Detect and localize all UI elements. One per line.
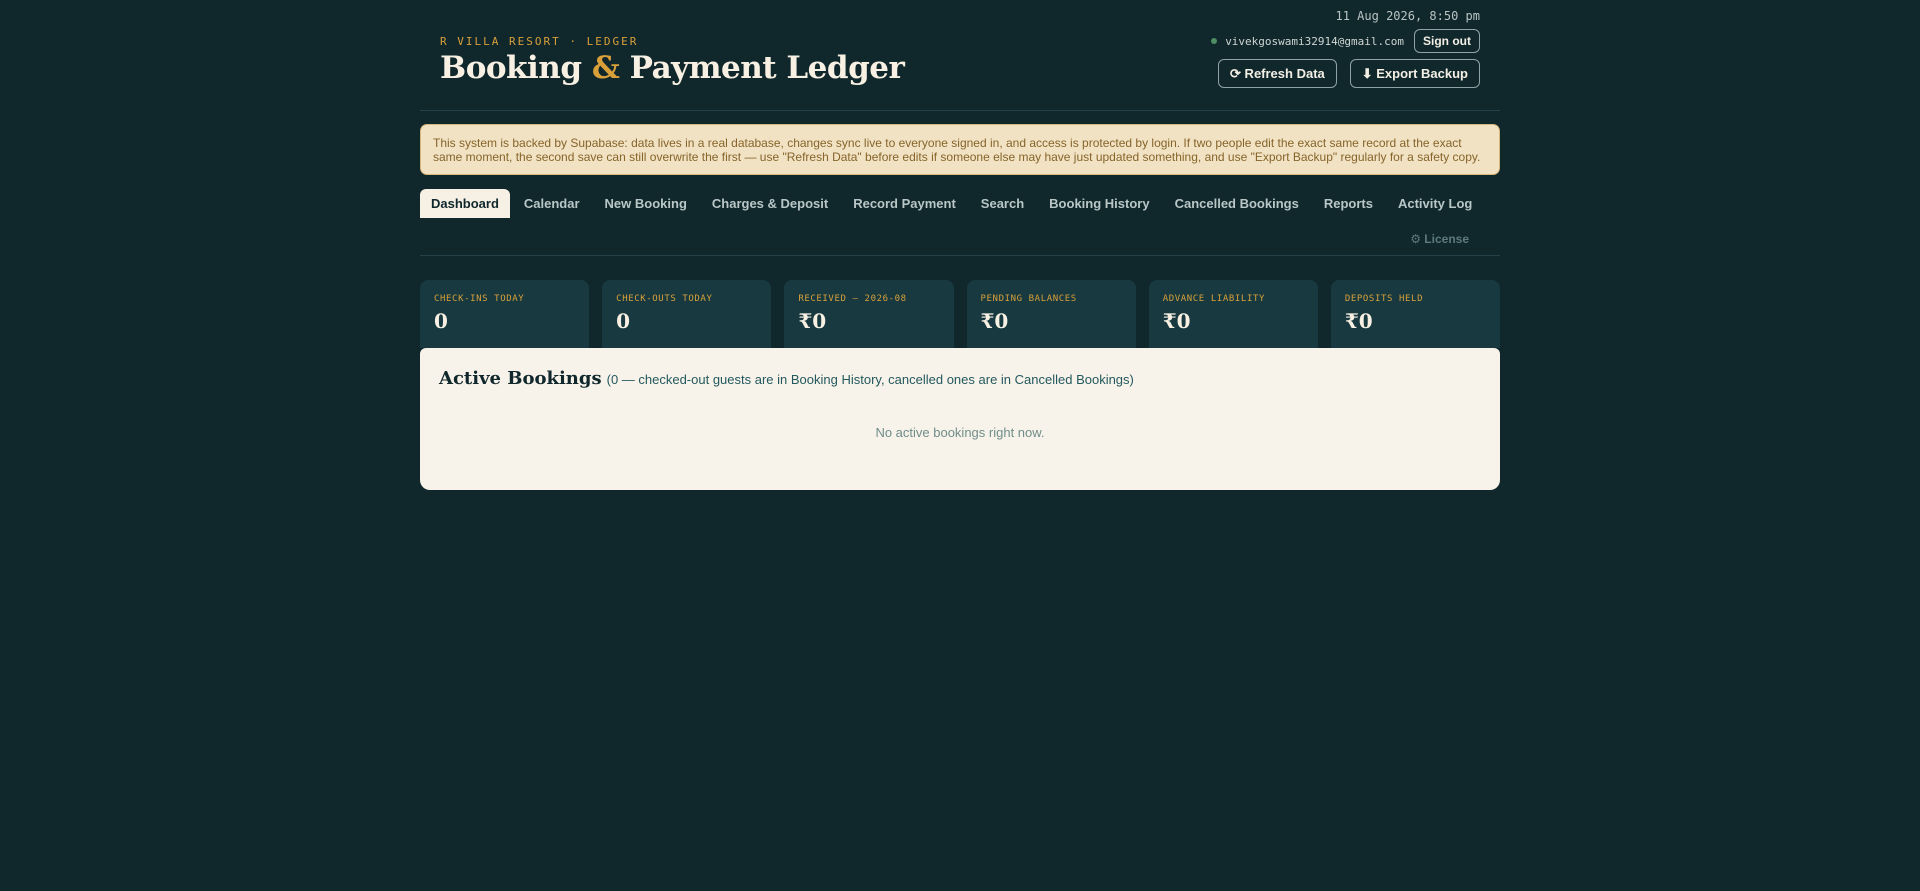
tab-booking-history[interactable]: Booking History — [1038, 189, 1160, 218]
user-email: vivekgoswami32914@gmail.com — [1225, 34, 1404, 48]
stat-card-deposits-held: DEPOSITS HELD ₹0 — [1330, 280, 1501, 348]
app-eyebrow: R VILLA RESORT · LEDGER — [440, 35, 639, 48]
title-ampersand: & — [591, 50, 620, 86]
stat-value: ₹0 — [1162, 309, 1191, 333]
page-header: 11 Aug 2026, 8:50 pm R VILLA RESORT · LE… — [420, 0, 1500, 111]
sign-out-button[interactable]: Sign out — [1414, 29, 1480, 53]
stat-value: ₹0 — [798, 309, 827, 333]
tab-search[interactable]: Search — [970, 189, 1035, 218]
tab-charges-deposit[interactable]: Charges & Deposit — [701, 189, 839, 218]
tab-new-booking[interactable]: New Booking — [594, 189, 698, 218]
app-container: 11 Aug 2026, 8:50 pm R VILLA RESORT · LE… — [400, 0, 1520, 490]
user-session: vivekgoswami32914@gmail.com Sign out — [1211, 29, 1480, 53]
header-actions: ⟳ Refresh Data ⬇ Export Backup — [1218, 59, 1480, 88]
tab-reports[interactable]: Reports — [1313, 189, 1384, 218]
stat-value: 0 — [616, 309, 631, 333]
stat-label: CHECK-INS TODAY — [434, 294, 525, 304]
stat-card-pending-balances: PENDING BALANCES ₹0 — [966, 280, 1136, 348]
tab-activity-log[interactable]: Activity Log — [1387, 189, 1483, 218]
stat-card-checkins: CHECK-INS TODAY 0 — [420, 280, 590, 348]
tab-record-payment[interactable]: Record Payment — [842, 189, 967, 218]
active-bookings-title: Active Bookings — [439, 368, 602, 389]
stats-row: CHECK-INS TODAY 0 CHECK-OUTS TODAY 0 REC… — [420, 280, 1501, 348]
active-bookings-subtitle: (0 — checked-out guests are in Booking H… — [606, 372, 1134, 387]
export-backup-button[interactable]: ⬇ Export Backup — [1349, 59, 1480, 88]
stat-label: DEPOSITS HELD — [1344, 294, 1424, 304]
empty-state-message: No active bookings right now. — [875, 425, 1045, 440]
main-tabs: Dashboard Calendar New Booking Charges &… — [420, 189, 1500, 256]
stat-card-checkouts: CHECK-OUTS TODAY 0 — [602, 280, 772, 348]
tab-dashboard[interactable]: Dashboard — [420, 189, 510, 218]
title-part-1: Booking — [440, 50, 592, 86]
title-part-2: Payment Ledger — [619, 50, 905, 86]
sync-notice: This system is backed by Supabase: data … — [420, 124, 1500, 175]
page-title: Booking & Payment Ledger — [440, 50, 905, 86]
refresh-data-button[interactable]: ⟳ Refresh Data — [1218, 59, 1337, 88]
stat-label: PENDING BALANCES — [980, 294, 1077, 304]
active-bookings-panel: Active Bookings (0 — checked-out guests … — [420, 348, 1500, 490]
license-link[interactable]: ⚙ License — [1410, 232, 1469, 246]
tab-cancelled-bookings[interactable]: Cancelled Bookings — [1164, 189, 1310, 218]
stat-card-advance-liability: ADVANCE LIABILITY ₹0 — [1148, 280, 1318, 348]
current-datetime: 11 Aug 2026, 8:50 pm — [1335, 9, 1481, 23]
stat-value: ₹0 — [980, 309, 1009, 333]
stat-label: RECEIVED — 2026-08 — [798, 294, 907, 304]
stat-card-received: RECEIVED — 2026-08 ₹0 — [784, 280, 954, 348]
stat-label: ADVANCE LIABILITY — [1162, 294, 1266, 304]
tab-row: Dashboard Calendar New Booking Charges &… — [420, 189, 1500, 218]
stat-label: CHECK-OUTS TODAY — [616, 294, 713, 304]
tab-calendar[interactable]: Calendar — [513, 189, 591, 218]
stat-value: ₹0 — [1344, 309, 1373, 333]
stat-value: 0 — [434, 309, 448, 333]
panel-header: Active Bookings (0 — checked-out guests … — [439, 368, 1481, 389]
online-status-icon — [1211, 38, 1218, 44]
